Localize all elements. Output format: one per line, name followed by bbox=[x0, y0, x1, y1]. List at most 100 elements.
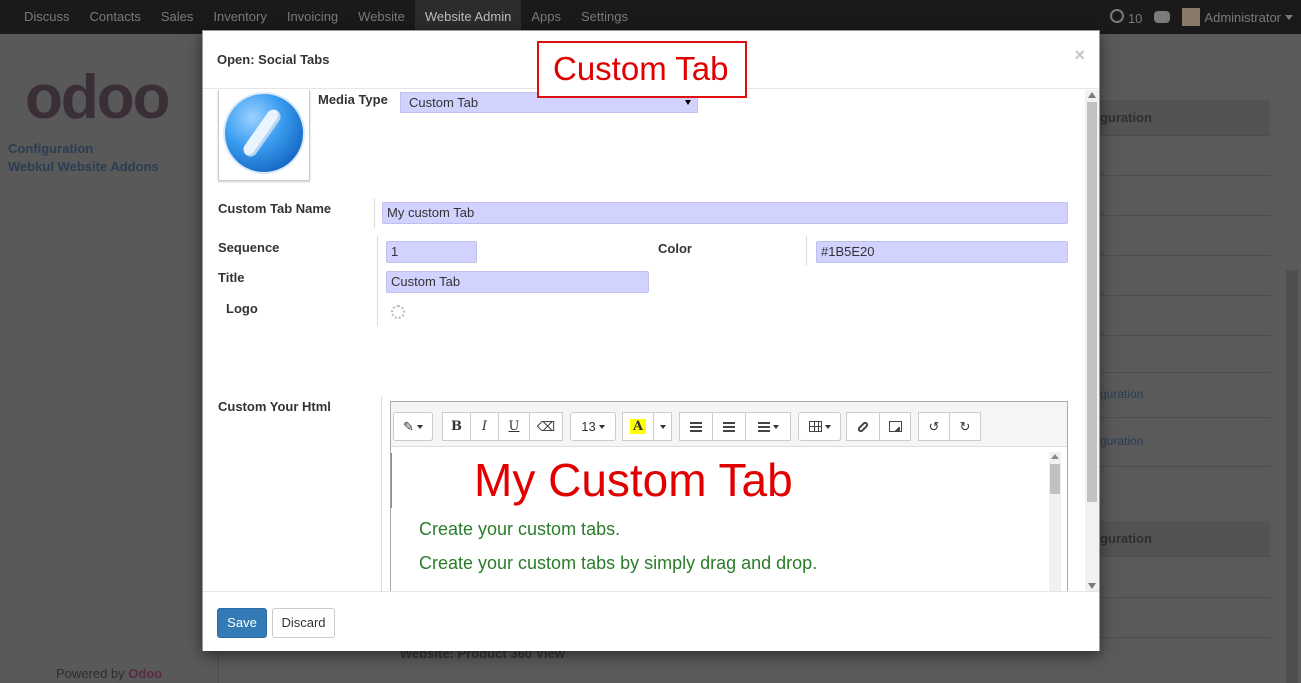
unordered-list-button[interactable] bbox=[679, 412, 713, 441]
page-scrollbar[interactable] bbox=[1286, 270, 1298, 683]
at-icon bbox=[1109, 8, 1124, 23]
chat-icon[interactable] bbox=[1154, 11, 1171, 23]
user-menu[interactable]: Administrator bbox=[1182, 8, 1293, 26]
custom-html-label: Custom Your Html bbox=[218, 399, 331, 414]
numbered-list-icon bbox=[723, 421, 735, 432]
field-divider bbox=[806, 236, 807, 266]
phone-icon bbox=[223, 92, 305, 174]
field-divider bbox=[377, 296, 378, 326]
sequence-label: Sequence bbox=[218, 240, 280, 255]
eraser-button[interactable]: ⌫ bbox=[529, 412, 563, 441]
powered-by-text: Powered by bbox=[56, 666, 125, 681]
text-color-dropdown[interactable] bbox=[653, 412, 672, 441]
chevron-down-icon bbox=[659, 424, 666, 429]
link-icon bbox=[856, 420, 870, 433]
font-size-value: 13 bbox=[581, 419, 596, 434]
bg-config-header: figuration bbox=[1092, 100, 1270, 136]
chevron-down-icon bbox=[824, 424, 831, 429]
sequence-input[interactable]: 1 bbox=[386, 241, 477, 263]
editor-toolbar: ✎ B I U ⌫ 13 A ↺ ↻ bbox=[391, 402, 1067, 447]
underline-button[interactable]: U bbox=[498, 412, 530, 441]
upload-spinner-icon[interactable] bbox=[391, 305, 405, 319]
scroll-up-icon[interactable] bbox=[1088, 92, 1096, 98]
menu-inventory[interactable]: Inventory bbox=[203, 0, 276, 34]
menu-contacts[interactable]: Contacts bbox=[80, 0, 151, 34]
bg-divider bbox=[1092, 466, 1270, 467]
sidebar-item-configuration[interactable]: Configuration bbox=[8, 140, 159, 158]
chevron-down-icon bbox=[416, 424, 423, 429]
menu-discuss[interactable]: Discuss bbox=[14, 0, 80, 34]
bg-divider bbox=[1092, 597, 1270, 598]
field-divider bbox=[381, 396, 382, 591]
image-button[interactable] bbox=[879, 412, 911, 441]
avatar bbox=[1182, 8, 1201, 26]
redo-button[interactable]: ↻ bbox=[949, 412, 981, 441]
field-divider bbox=[374, 198, 375, 228]
menu-website-admin[interactable]: Website Admin bbox=[414, 0, 522, 34]
menu-apps[interactable]: Apps bbox=[521, 0, 571, 34]
style-dropdown[interactable]: ✎ bbox=[393, 412, 433, 441]
save-button[interactable]: Save bbox=[217, 608, 267, 638]
social-tabs-dialog: Open: Social Tabs × Media Type Custom Ta… bbox=[202, 30, 1100, 651]
top-navbar: Discuss Contacts Sales Inventory Invoici… bbox=[0, 0, 1301, 34]
dropdown-caret-icon bbox=[685, 100, 691, 105]
field-divider bbox=[377, 266, 378, 296]
editor-content[interactable]: My Custom Tab Create your custom tabs. C… bbox=[391, 448, 1067, 591]
notification-count: 10 bbox=[1127, 10, 1143, 26]
font-size-dropdown[interactable]: 13 bbox=[570, 412, 616, 441]
custom-tab-name-label: Custom Tab Name bbox=[218, 201, 332, 216]
italic-button[interactable]: I bbox=[470, 412, 499, 441]
custom-tab-name-input[interactable]: My custom Tab bbox=[382, 202, 1068, 224]
undo-button[interactable]: ↺ bbox=[918, 412, 950, 441]
menu-settings[interactable]: Settings bbox=[571, 0, 638, 34]
magic-wand-icon: ✎ bbox=[403, 418, 414, 434]
powered-by-brand[interactable]: Odoo bbox=[128, 666, 162, 681]
editor-scrollbar[interactable] bbox=[1049, 452, 1061, 591]
dialog-title: Open: Social Tabs bbox=[217, 52, 330, 67]
logo-label: Logo bbox=[226, 301, 258, 316]
scroll-thumb[interactable] bbox=[1087, 102, 1097, 502]
bg-divider bbox=[1092, 637, 1270, 638]
dialog-footer: Save Discard bbox=[203, 591, 1099, 651]
bg-divider bbox=[1092, 255, 1270, 256]
bullet-list-icon bbox=[690, 421, 702, 432]
bg-config-header: figuration bbox=[1092, 521, 1270, 557]
title-input[interactable]: Custom Tab bbox=[386, 271, 649, 293]
scroll-thumb[interactable] bbox=[1050, 464, 1060, 494]
bg-divider bbox=[1092, 215, 1270, 216]
link-button[interactable] bbox=[846, 412, 880, 441]
dialog-body: Media Type Custom Tab Custom Tab Name My… bbox=[203, 90, 1099, 591]
menu-sales[interactable]: Sales bbox=[151, 0, 204, 34]
image-icon bbox=[888, 421, 902, 432]
color-input[interactable]: #1B5E20 bbox=[816, 241, 1068, 263]
media-image[interactable] bbox=[218, 90, 310, 181]
sidebar-item-webkul-addons[interactable]: Webkul Website Addons bbox=[8, 158, 159, 176]
html-editor: ✎ B I U ⌫ 13 A ↺ ↻ My Custom Tab Create … bbox=[390, 401, 1068, 591]
bg-config-link[interactable]: figuration bbox=[1094, 387, 1143, 401]
ordered-list-button[interactable] bbox=[712, 412, 746, 441]
discard-button[interactable]: Discard bbox=[272, 608, 335, 638]
text-color-button[interactable]: A bbox=[622, 412, 654, 441]
scroll-up-icon[interactable] bbox=[1051, 454, 1059, 459]
media-type-value: Custom Tab bbox=[409, 95, 479, 110]
notifications-button[interactable]: 10 bbox=[1109, 8, 1143, 26]
paragraph-align-dropdown[interactable] bbox=[745, 412, 791, 441]
menu-invoicing[interactable]: Invoicing bbox=[277, 0, 348, 34]
user-name: Administrator bbox=[1204, 9, 1281, 25]
menu-website[interactable]: Website bbox=[348, 0, 415, 34]
close-icon[interactable]: × bbox=[1074, 45, 1085, 66]
table-icon bbox=[808, 421, 822, 432]
field-divider bbox=[377, 236, 378, 266]
text-cursor bbox=[391, 453, 392, 508]
bg-config-link[interactable]: figuration bbox=[1094, 434, 1143, 448]
redo-icon: ↻ bbox=[959, 418, 971, 434]
text-color-icon: A bbox=[629, 419, 647, 434]
chevron-down-icon bbox=[772, 424, 779, 429]
content-paragraph: Create your custom tabs by simply drag a… bbox=[419, 553, 818, 573]
bold-button[interactable]: B bbox=[442, 412, 471, 441]
dialog-scrollbar[interactable] bbox=[1085, 90, 1099, 591]
scroll-down-icon[interactable] bbox=[1088, 583, 1096, 589]
chevron-down-icon bbox=[598, 424, 605, 429]
table-dropdown[interactable] bbox=[798, 412, 841, 441]
bg-divider bbox=[1092, 417, 1270, 418]
